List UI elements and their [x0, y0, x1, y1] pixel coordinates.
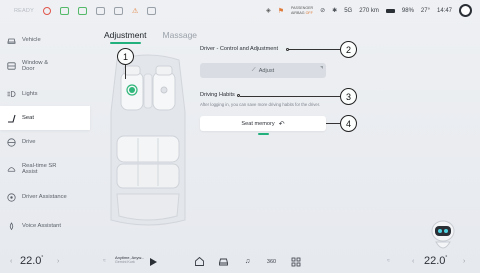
callout-4: 4 [340, 115, 357, 132]
settings-sidebar: Vehicle Window & Door Lights Seat Drive [0, 24, 94, 250]
sidebar-item-label: Driver Assistance [22, 193, 67, 200]
callout-3-leader [240, 96, 340, 97]
home-icon[interactable] [194, 256, 205, 267]
signal-strength: 5G [344, 7, 353, 14]
music-info[interactable]: Anytime, Anyw... Gemini Kurk [115, 255, 144, 265]
seat-icon [7, 114, 16, 123]
sidebar-item-driver-assistance[interactable]: Driver Assistance [0, 185, 94, 209]
temp-left-decrease-icon[interactable]: ‹ [10, 258, 12, 265]
seat-memory-label: Seat memory [241, 120, 275, 127]
user-avatar[interactable] [459, 4, 472, 17]
driver-assist-icon [7, 192, 16, 202]
sidebar-item-label: Vehicle [22, 36, 41, 43]
sidebar-item-label: Seat [22, 114, 34, 121]
sidebar-item-vehicle[interactable]: Vehicle [0, 28, 94, 52]
temp-left[interactable]: 22.0° [20, 255, 43, 267]
temp-left-increase-icon[interactable]: › [57, 258, 59, 265]
callout-2: 2 [340, 41, 357, 58]
fan-left-icon[interactable]: ≈ [103, 258, 106, 264]
temp-right-increase-icon[interactable]: › [463, 258, 465, 265]
bluetooth-icon: ✱ [332, 8, 338, 14]
sidebar-item-label: Drive [22, 138, 36, 145]
seat-memory-indicator [258, 133, 269, 135]
music-note-icon[interactable]: ♫ [242, 256, 253, 267]
tab-massage[interactable]: Massage [163, 30, 198, 40]
callout-1: 1 [117, 48, 134, 65]
sidebar-item-label: Real-time SR Assist [22, 162, 57, 176]
apps-grid-icon[interactable] [290, 256, 301, 267]
passenger-seat[interactable] [152, 65, 176, 111]
music-artist: Gemini Kurk [115, 260, 135, 264]
seat-memory-button[interactable]: Seat memory ↶ [200, 116, 326, 131]
door-icon [7, 62, 16, 71]
driving-habits-description: After logging in, you can save more driv… [200, 102, 321, 107]
seatbelt-warning-icon: ⚠ [131, 8, 139, 15]
steering-wheel-icon [7, 137, 16, 147]
warning-red-icon [42, 7, 51, 15]
play-icon[interactable] [150, 258, 157, 266]
ready-indicator: READY [14, 8, 34, 14]
adjust-label: Adjust [258, 67, 275, 74]
location-icon: ◈ [266, 8, 271, 14]
corner-indicator-icon [320, 66, 323, 69]
temp-right-decrease-icon[interactable]: ‹ [412, 258, 414, 265]
sidebar-item-drive[interactable]: Drive [0, 130, 94, 154]
headlight-green-icon [59, 7, 69, 15]
outside-temp: 27° [420, 7, 430, 14]
lights-green-icon [77, 7, 87, 15]
sidebar-item-label: Voice Assistant [22, 222, 61, 229]
adjust-icon: ⟋ [251, 67, 256, 73]
sidebar-item-label: Window & Door [22, 59, 49, 73]
driving-habits-title: Driving Habits [200, 92, 235, 98]
range-readout: 270 km [359, 7, 379, 14]
passenger-airbag-status: PASSENGER AIRBAG OFF [291, 5, 314, 15]
phone-muted-icon: ⊘ [320, 8, 326, 14]
car-settings-screen: READY ⚠ ◈ ⚑ PASSENGER AIRBAG OFF ⊘ ✱ 5G … [0, 0, 480, 273]
cabin-seat-illustration [110, 54, 186, 226]
driver-control-title: Driver - Control and Adjustment [200, 46, 279, 52]
car-icon [7, 36, 16, 45]
battery-icon [385, 8, 395, 13]
clock: 14:47 [436, 7, 452, 14]
rear-defrost-icon [113, 7, 123, 15]
callout-2-leader [289, 49, 340, 50]
sidebar-item-label: Lights [22, 90, 38, 97]
airbag-icon: ⚑ [277, 7, 285, 15]
headlight-icon [7, 90, 16, 99]
sidebar-item-real-time-sr-assist[interactable]: Real-time SR Assist [0, 157, 94, 181]
tab-adjustment[interactable]: Adjustment [104, 30, 147, 44]
seat-tabs: Adjustment Massage [104, 30, 198, 44]
wiper-icon [95, 7, 105, 15]
fan-right-icon[interactable]: ≈ [387, 258, 390, 264]
battery-percent: 98% [401, 7, 414, 14]
status-indicators: READY ⚠ [14, 7, 157, 15]
undo-icon: ↶ [278, 120, 285, 128]
sidebar-item-lights[interactable]: Lights [0, 82, 94, 106]
fog-light-icon [147, 7, 157, 15]
car-control-icon[interactable] [218, 256, 229, 267]
sidebar-item-voice-assistant[interactable]: Voice Assistant [0, 214, 94, 238]
sidebar-item-window-door[interactable]: Window & Door [0, 54, 94, 78]
sr-assist-icon [7, 165, 16, 174]
callout-1-leader [125, 65, 126, 79]
voice-icon [7, 221, 16, 231]
status-bar: READY ⚠ ◈ ⚑ PASSENGER AIRBAG OFF ⊘ ✱ 5G … [0, 0, 480, 24]
voice-assistant-robot-icon[interactable] [428, 218, 458, 254]
temp-right[interactable]: 22.0° [424, 255, 447, 267]
camera-360-icon[interactable]: 360 [266, 256, 277, 267]
adjust-button[interactable]: ⟋ Adjust [200, 63, 326, 78]
sidebar-item-seat[interactable]: Seat [0, 106, 90, 130]
bottom-dock [0, 250, 480, 273]
status-right: ◈ ⚑ PASSENGER AIRBAG OFF ⊘ ✱ 5G 270 km 9… [266, 4, 472, 17]
